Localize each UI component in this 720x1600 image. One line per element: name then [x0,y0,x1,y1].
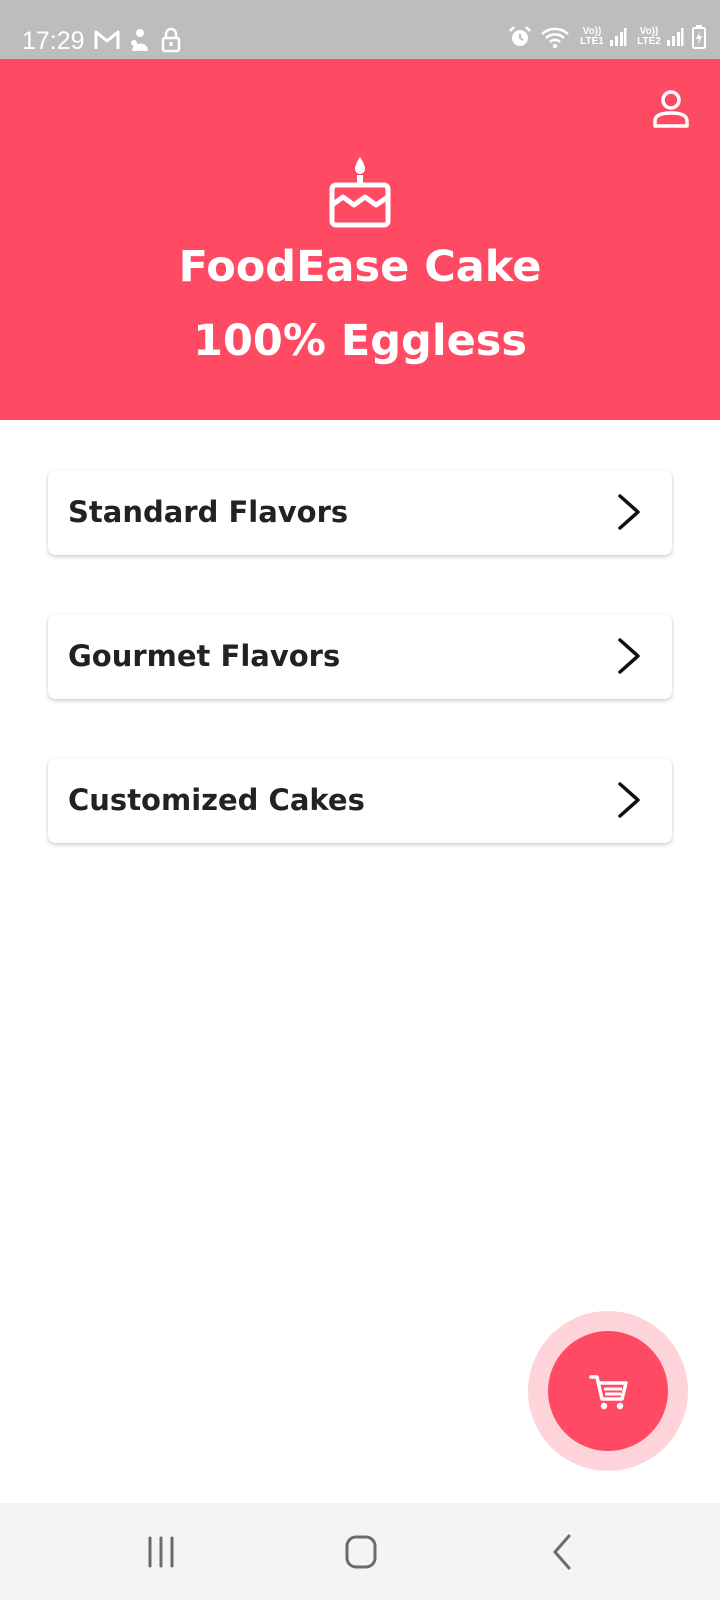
status-right-icons: Vo)) LTE1 Vo)) LTE2 [508,25,706,49]
alarm-icon [509,26,531,46]
status-bar: 17:29 Vo)) LTE1 Vo)) LTE2 [0,0,720,59]
cake-icon [329,157,391,228]
lock-icon [161,27,181,53]
category-gourmet-flavors[interactable]: Gourmet Flavors [48,614,672,699]
sim2-signal: Vo)) LTE2 [635,27,684,47]
gmail-icon [94,30,120,49]
recent-apps-icon[interactable] [131,1527,191,1577]
category-customized-cakes[interactable]: Customized Cakes [48,758,672,843]
status-time: 17:29 [22,27,85,55]
sim1-label: Vo)) LTE1 [580,26,604,47]
cart-button[interactable] [548,1331,668,1451]
brand-title: FoodEase Cake [178,242,542,292]
cart-icon [589,1375,628,1410]
category-label: Gourmet Flavors [68,639,341,673]
battery-icon [692,25,706,49]
user-icon[interactable] [650,89,692,131]
signal-icon [667,28,684,46]
wifi-icon [541,27,569,49]
brand-subtitle: 100% Eggless [193,316,527,366]
category-label: Standard Flavors [68,495,349,529]
back-icon[interactable] [533,1527,593,1577]
category-standard-flavors[interactable]: Standard Flavors [48,470,672,555]
chevron-right-icon [618,782,640,818]
home-icon[interactable] [331,1527,391,1577]
app-header: FoodEase Cake 100% Eggless [0,59,720,420]
system-nav-bar [0,1503,720,1600]
notification-icon [131,29,148,51]
signal-icon [610,28,627,46]
sim1-signal: Vo)) LTE1 [578,27,627,47]
chevron-right-icon [618,638,640,674]
status-left-icons [94,27,182,53]
sim2-label: Vo)) LTE2 [637,26,661,47]
category-label: Customized Cakes [68,783,365,817]
chevron-right-icon [618,494,640,530]
